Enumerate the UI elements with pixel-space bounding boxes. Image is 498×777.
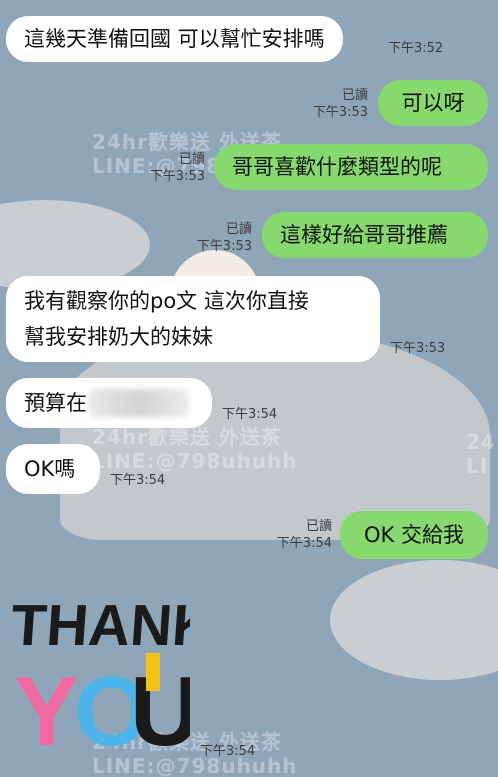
outgoing-message[interactable]: 哥哥喜歡什麼類型的呢 — [214, 144, 488, 190]
incoming-message[interactable]: 我有觀察你的po文 這次你直接 幫我安排奶大的妹妹 — [6, 276, 380, 362]
message-text: 這幾天準備回國 可以幫忙安排嗎 — [24, 27, 325, 51]
message-text: 我有觀察你的po文 這次你直接 — [24, 289, 309, 313]
read-receipt: 已讀 下午3:53 — [196, 222, 252, 254]
watermark: 24 LI — [466, 430, 496, 478]
message-text: OK 交給我 — [364, 523, 464, 547]
read-receipt: 已讀 下午3:53 — [149, 152, 205, 184]
message-text: 預算在 — [24, 391, 87, 415]
sticker-accent — [146, 653, 160, 691]
incoming-message[interactable]: 這幾天準備回國 可以幫忙安排嗎 — [6, 16, 343, 62]
message-time: 下午3:52 — [388, 41, 444, 56]
message-text: 幫我安排奶大的妹妹 — [24, 325, 213, 349]
cloud-shape — [330, 560, 498, 680]
outgoing-message[interactable]: 這樣好給哥哥推薦 — [262, 212, 488, 258]
message-text: 可以呀 — [401, 91, 465, 115]
incoming-message[interactable]: OK嗎 — [6, 444, 100, 494]
message-text: 這樣好給哥哥推薦 — [280, 223, 448, 247]
message-time: 下午3:54 — [110, 473, 166, 488]
watermark: 24hr歡樂送 外送茶 LINE:@798uhuhh — [92, 425, 298, 473]
sticker-letter-y: Y — [14, 656, 79, 765]
message-time: 下午3:54 — [222, 407, 278, 422]
message-time: 下午3:53 — [390, 341, 446, 356]
outgoing-message[interactable]: 可以呀 — [378, 80, 488, 126]
message-text: OK嗎 — [24, 457, 76, 481]
message-text: 哥哥喜歡什麼類型的呢 — [232, 155, 442, 179]
incoming-message[interactable]: 預算在 — [6, 378, 212, 428]
sticker-word-thank: THANK — [10, 593, 190, 658]
message-time: 下午3:54 — [200, 744, 256, 759]
thank-you-sticker[interactable]: THANK Y O U — [10, 585, 190, 765]
read-receipt: 已讀 下午3:53 — [312, 88, 368, 120]
redacted-amount — [89, 389, 189, 417]
read-receipt: 已讀 下午3:54 — [276, 519, 332, 551]
outgoing-message[interactable]: OK 交給我 — [340, 511, 488, 559]
